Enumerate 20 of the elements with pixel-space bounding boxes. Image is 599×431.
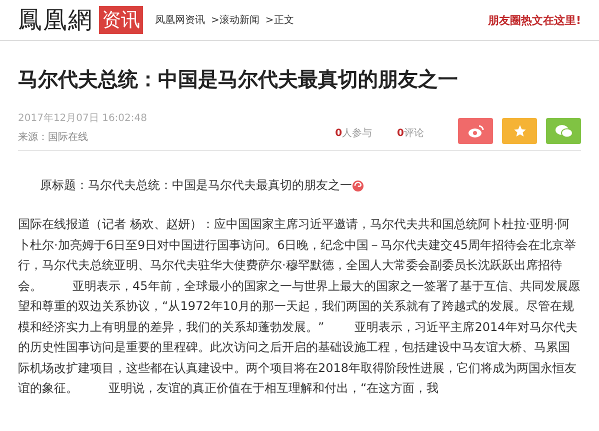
article-body: 国际在线报道（记者 杨欢、赵妍）：应中国国家主席习近平邀请，马尔代夫共和国总统阿卜杜拉·亚明·阿卜杜尔·加亮姆于6日至9日对中国进行国事访问。6日晚，纪念中国－马尔代夫建交45周年招待会在北京举行，马尔代夫总统亚明、马尔代夫驻华大使费萨尔·穆罕默德，全国人大常委会副委员长沈跃跃出席招待会。 亚明表示，45年前，全球最小的国家之一与世界上最大的国家之一签署了基于互信、共同发展愿望和尊重的双边关系协议，“从1972年10月的那一天起，我们两国的关系就有了跨越式的发展。尽管在规模和经济实力上有明显的差异，我们的关系却蓬勃发展。” 亚明表示，习近平主席2014年对马尔代夫的历史性国事访问是重要的里程碑。此次访问之后开启的基础设施工程，包括建设中马友谊大桥、马累国际机场改扩建项目，这些都在认真建设中。两个项目将在2018年取得阶段性进展，它们将成为两国永恒友谊的象征。 亚明说，友谊的真正价值在于相互理解和付出，“在这方面，我 [18, 216, 581, 397]
article-title: 马尔代夫总统：中国是马尔代夫最真切的朋友之一 [18, 66, 459, 93]
stat-count: 0评论 [397, 127, 424, 140]
stat-count: 0人参与 [335, 126, 372, 140]
site-logo[interactable]: 鳳凰網 [18, 4, 93, 36]
weibo-icon [468, 124, 484, 138]
breadcrumb-link[interactable]: 凤凰网资讯 [155, 13, 205, 27]
breadcrumb-link[interactable]: >滚动新闻 [211, 13, 260, 27]
wechat-icon [554, 124, 572, 138]
breadcrumb-link[interactable]: >正文 [265, 13, 294, 27]
article-source: 来源：国际在线 [18, 130, 89, 144]
share-button[interactable] [458, 118, 493, 144]
star-icon [512, 124, 526, 138]
channel-logo[interactable]: 资讯 [99, 6, 143, 34]
swirl-icon [352, 180, 364, 192]
share-button[interactable] [546, 118, 581, 144]
original-title: 原标题：马尔代夫总统：中国是马尔代夫最真切的朋友之一 [40, 177, 352, 194]
share-button[interactable] [502, 118, 537, 144]
promo-link[interactable]: 朋友圈热文在这里! [488, 12, 581, 28]
publish-date: 2017年12月07日 16:02:48 [18, 112, 147, 125]
